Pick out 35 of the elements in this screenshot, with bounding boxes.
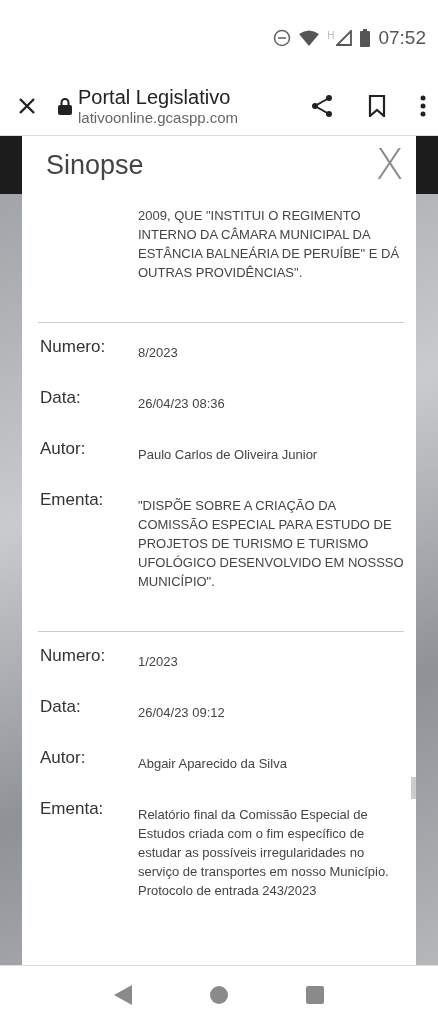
field-label: Autor: xyxy=(39,439,87,460)
close-button[interactable]: X xyxy=(375,144,404,186)
do-not-disturb-icon xyxy=(273,29,292,47)
back-button[interactable] xyxy=(114,985,132,1005)
clock: 07:52 xyxy=(378,27,426,49)
field-label: Data: xyxy=(39,388,82,409)
battery-icon xyxy=(360,29,371,47)
wifi-icon xyxy=(299,30,320,46)
lock-icon xyxy=(58,96,72,115)
field-label: Data: xyxy=(39,697,82,718)
close-button[interactable] xyxy=(18,96,36,115)
share-button[interactable] xyxy=(310,93,334,118)
field-value: Abgair Aparecido da Silva xyxy=(138,755,288,773)
page-title: Portal Legislativo xyxy=(78,84,232,109)
field-value: 8/2023 xyxy=(138,344,179,362)
field-value: 1/2023 xyxy=(138,653,179,671)
home-button[interactable] xyxy=(210,986,228,1004)
field-label: Numero: xyxy=(39,646,107,667)
field-label: Numero: xyxy=(39,337,107,358)
field-value: 26/04/23 09:12 xyxy=(138,704,226,722)
field-value: Paulo Carlos de Oliveira Junior xyxy=(138,446,319,464)
signal-icon xyxy=(336,30,353,46)
field-value: 2009, QUE "INSTITUI O REGIMENTO INTERNO DA CÂMARA MUNICIPAL DA ESTÂNCIA BALNEÁRIA DE PERUÍBE" E DÁ OUTRAS PROVIDÊNCIAS". xyxy=(138,207,401,282)
field-value: Relatório final da Comissão Especial de Estudos criada com o fim específico de estudar as possíveis irregularidades no serviço de transportes em nosso Município. Protocolo de entrada 243/2023 xyxy=(138,806,390,900)
field-label: Autor: xyxy=(39,748,87,769)
field-label: Ementa: xyxy=(39,799,105,820)
field-label: Ementa: xyxy=(39,490,105,511)
dialog-title: Sinopse xyxy=(46,149,144,181)
bookmark-button[interactable] xyxy=(368,94,386,117)
field-value: 26/04/23 08:36 xyxy=(138,395,226,413)
scrollbar-thumb[interactable] xyxy=(411,777,416,799)
network-type: H xyxy=(327,30,335,41)
page-url: lativoonline.gcaspp.com xyxy=(78,108,240,127)
menu-button[interactable] xyxy=(420,94,426,117)
field-value: "DISPÕE SOBRE A CRIAÇÃO DA COMISSÃO ESPECIAL PARA ESTUDO DE PROJETOS DE TURISMO E TURISMO UFOLÓGICO DESENVOLVIDO EM NOSSSO MUNICÍPIO". xyxy=(138,497,404,591)
